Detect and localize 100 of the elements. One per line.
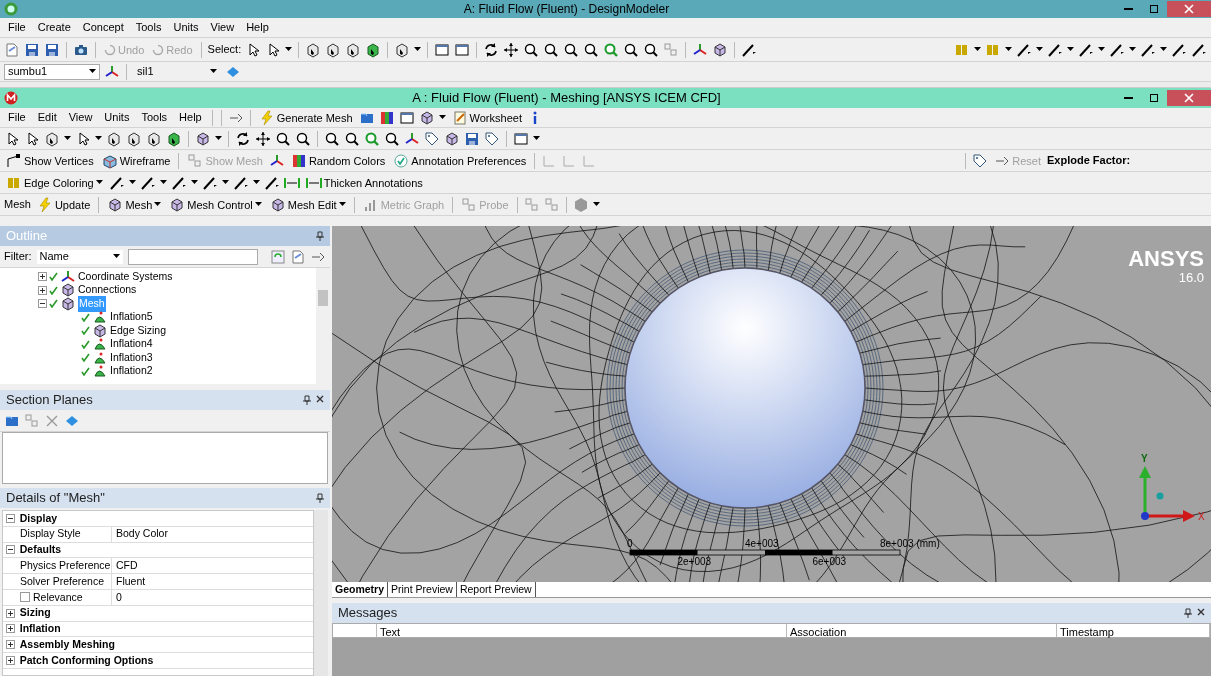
cube-icon[interactable] — [325, 41, 342, 58]
property-value[interactable]: CFD — [112, 557, 138, 574]
property-value[interactable]: Fluent — [112, 573, 146, 590]
zoom-icon[interactable] — [583, 41, 600, 58]
show-vertices-button[interactable]: Show Vertices — [4, 152, 96, 169]
worksheet-icon[interactable] — [451, 109, 468, 126]
edge-coloring-button[interactable]: Edge Coloring — [4, 174, 105, 191]
caret-icon[interactable] — [1036, 47, 1043, 52]
window-icon[interactable] — [513, 130, 529, 147]
close-icon[interactable] — [316, 395, 324, 403]
update-button[interactable]: Update — [34, 196, 93, 213]
zoom-icon[interactable] — [344, 130, 360, 147]
zoom-icon[interactable] — [295, 130, 311, 147]
minimize-icon[interactable] — [1123, 97, 1133, 99]
caret-icon[interactable] — [210, 69, 217, 74]
save-icon[interactable] — [24, 41, 40, 58]
filter-field[interactable] — [127, 248, 258, 265]
menu-item[interactable]: Help — [242, 19, 273, 36]
view-tab[interactable]: Print Preview — [388, 581, 457, 598]
annotation-preferences-button[interactable]: Annotation Preferences — [391, 152, 529, 169]
close-button[interactable] — [1167, 1, 1211, 17]
mesh-icon[interactable] — [169, 196, 186, 213]
thicken-annotations-button[interactable]: Thicken Annotations — [303, 174, 425, 191]
worksheet-button[interactable]: Worksheet — [449, 109, 524, 126]
axes-icon[interactable] — [60, 268, 76, 285]
vertex-icon[interactable] — [6, 152, 22, 169]
pan-icon[interactable] — [503, 41, 520, 58]
cube-icon[interactable] — [365, 41, 382, 58]
minimize-icon[interactable] — [1123, 8, 1133, 10]
expand-toggle[interactable] — [38, 285, 47, 295]
tag-icon[interactable] — [972, 152, 989, 169]
menu-item[interactable]: Tools — [131, 19, 166, 36]
rotate-icon[interactable] — [235, 130, 251, 147]
caret-icon[interactable] — [95, 136, 102, 141]
expand-toggle[interactable] — [5, 513, 15, 523]
close-icon[interactable] — [1197, 608, 1205, 616]
mesh-icon[interactable] — [269, 196, 286, 213]
cube-icon[interactable] — [305, 41, 322, 58]
axes-icon[interactable] — [268, 152, 285, 169]
maximize-icon[interactable] — [1149, 93, 1159, 103]
pan-icon[interactable] — [255, 130, 271, 147]
caret-icon[interactable] — [338, 202, 346, 207]
zoom-icon[interactable] — [563, 41, 580, 58]
random-colors-button[interactable]: Random Colors — [288, 152, 388, 169]
palette-icon[interactable] — [378, 109, 395, 126]
caret-icon[interactable] — [64, 136, 71, 141]
caret-icon[interactable] — [190, 180, 198, 185]
check-icon[interactable] — [393, 152, 410, 169]
document-icon[interactable] — [290, 248, 306, 265]
rotate-icon[interactable] — [483, 41, 500, 58]
palette-icon[interactable] — [290, 152, 307, 169]
zoom-icon[interactable] — [384, 130, 400, 147]
caret-icon[interactable] — [533, 136, 540, 141]
pin-icon[interactable] — [316, 493, 324, 503]
menu-item[interactable]: Concept — [78, 19, 128, 36]
property-value[interactable]: Body Color — [112, 526, 168, 543]
column-header[interactable]: Text — [377, 624, 787, 637]
window-icon[interactable] — [454, 41, 471, 58]
window-icon[interactable] — [398, 109, 415, 126]
caret-icon[interactable] — [128, 180, 136, 185]
expand-toggle[interactable] — [5, 545, 15, 555]
mesh-edit-menu[interactable]: Mesh Edit — [267, 196, 348, 213]
caret-icon[interactable] — [1160, 47, 1167, 52]
filter-dropdown[interactable]: Name — [35, 248, 124, 265]
menu-item[interactable]: View — [64, 109, 97, 126]
wireframe-button[interactable]: Wireframe — [99, 152, 173, 169]
menu-item[interactable]: Edit — [33, 109, 61, 126]
zoom-icon[interactable] — [523, 41, 540, 58]
caret-icon[interactable] — [159, 180, 167, 185]
caret-icon[interactable] — [592, 202, 600, 207]
caret-icon[interactable] — [974, 47, 981, 52]
zoom-icon[interactable] — [324, 130, 340, 147]
mesh-icon[interactable] — [418, 109, 435, 126]
caret-icon[interactable] — [252, 180, 260, 185]
caret-icon[interactable] — [1067, 47, 1074, 52]
mesh-icon[interactable] — [92, 322, 108, 339]
caret-icon[interactable] — [254, 202, 262, 207]
axes-icon[interactable] — [692, 41, 709, 58]
menu-item[interactable]: File — [4, 109, 30, 126]
maximize-icon[interactable] — [1149, 4, 1159, 14]
scrollbar[interactable] — [316, 268, 330, 384]
mesh-icon[interactable] — [712, 41, 729, 58]
view-tab[interactable]: Report Preview — [456, 581, 536, 598]
expand-toggle[interactable] — [5, 656, 15, 666]
caret-icon[interactable] — [95, 180, 103, 185]
menu-item[interactable]: Help — [175, 109, 206, 126]
expand-toggle[interactable] — [38, 299, 47, 309]
axes-icon[interactable] — [404, 130, 420, 147]
menu-item[interactable]: View — [206, 19, 239, 36]
window-icon[interactable] — [434, 41, 451, 58]
expand-toggle[interactable] — [5, 640, 15, 650]
caret-icon[interactable] — [285, 47, 293, 52]
zoom-icon[interactable] — [643, 41, 660, 58]
view-tab[interactable]: Geometry — [332, 581, 389, 598]
mesh-icon[interactable] — [107, 196, 124, 213]
pin-icon[interactable] — [302, 395, 311, 405]
close-button[interactable] — [1167, 90, 1211, 106]
mesh-icon[interactable] — [60, 282, 76, 299]
caret-icon[interactable] — [1005, 47, 1012, 52]
property-value[interactable]: 0 — [112, 589, 122, 606]
